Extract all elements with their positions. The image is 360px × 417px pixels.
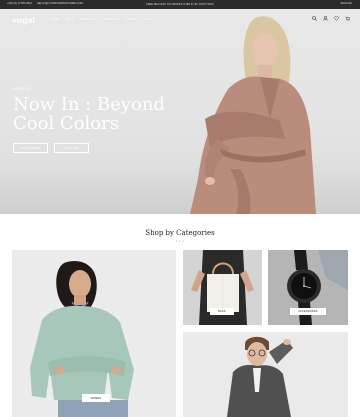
wishlist-icon[interactable] (334, 16, 339, 21)
title-ornament: • • • (175, 239, 185, 243)
hero-buttons: SHOP WOMEN SHOP MEN (13, 143, 173, 153)
nav-icons (312, 16, 350, 21)
locale-selector[interactable]: ENGLISH (341, 2, 352, 5)
category-card-bags[interactable]: BAGS (183, 250, 262, 325)
hero-banner: SINCE 2017 Now In : Beyond Cool Colors S… (0, 9, 360, 214)
category-card-accessories[interactable]: ACCESSORIES (268, 250, 348, 325)
category-card-men[interactable] (183, 332, 348, 417)
hero-headline: Now In : Beyond Cool Colors (13, 94, 165, 134)
cart-icon[interactable] (345, 16, 350, 21)
nav-item-blog[interactable]: BLOG (143, 18, 151, 21)
shop-men-button[interactable]: SHOP MEN (54, 143, 89, 153)
women-category-image (12, 250, 176, 417)
shop-women-button[interactable]: SHOP WOMEN (13, 143, 48, 153)
nav-item-pages[interactable]: PAGES (127, 18, 137, 21)
hero-eyebrow: SINCE 2017 (13, 87, 34, 91)
nav-item-home[interactable]: HOME (50, 18, 59, 21)
nav-item-products[interactable]: PRODUCTS (81, 18, 97, 21)
top-bar: +020 (0) 17 654 3512 HELLO@YOURCOMPANYNA… (0, 0, 360, 9)
search-icon[interactable] (312, 16, 317, 21)
main-nav: vogal HOME SHOP PRODUCTS ELEMENTS PAGES … (0, 9, 360, 29)
user-icon[interactable] (323, 16, 328, 21)
category-label-accessories[interactable]: ACCESSORIES (290, 308, 326, 315)
hero-text: SINCE 2017 Now In : Beyond Cool Colors S… (13, 87, 173, 153)
language-select[interactable]: ENGLISH (341, 2, 352, 5)
category-card-women[interactable]: WOMEN (12, 250, 176, 417)
nav-item-shop[interactable]: SHOP (66, 18, 74, 21)
category-label-women[interactable]: WOMEN (82, 394, 110, 402)
nav-menu: HOME SHOP PRODUCTS ELEMENTS PAGES BLOG (50, 18, 151, 21)
nav-item-elements[interactable]: ELEMENTS (104, 18, 120, 21)
category-label-bags[interactable]: BAGS (210, 308, 234, 315)
promo-text: FREE DELIVERY ON ORDERS OVER $ 150. DON'… (146, 2, 214, 6)
men-category-image (183, 332, 348, 417)
site-logo[interactable]: vogal (12, 15, 35, 25)
categories-title: Shop by Categories (145, 229, 215, 237)
